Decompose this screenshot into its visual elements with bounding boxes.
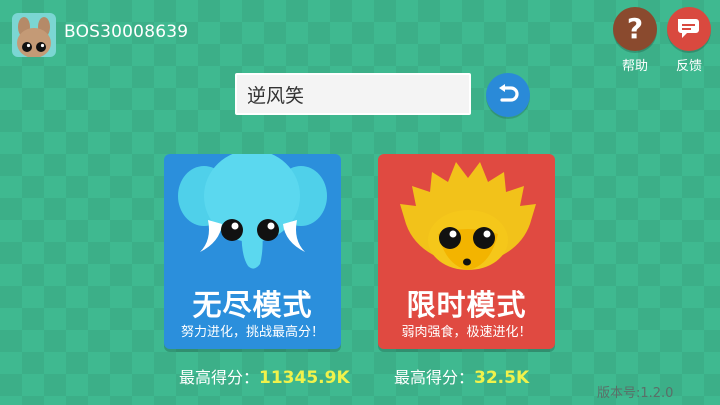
help-button[interactable]: ? (613, 7, 657, 51)
limited-mode-title: 限时模式 (406, 288, 527, 322)
limited-high-score-value: 32.5K (474, 368, 530, 388)
yellow-hedgehog-icon (400, 162, 536, 270)
question-mark-icon: ? (626, 12, 644, 45)
high-score-label: 最高得分： (179, 368, 260, 387)
nickname-input[interactable] (235, 73, 471, 115)
endless-high-score-value: 11345.9K (259, 368, 350, 388)
version-label: 版本号:1.2.0 (597, 386, 674, 401)
username: BOS30008639 (64, 22, 189, 42)
reset-name-button[interactable] (486, 73, 530, 117)
help-label[interactable]: 帮助 (613, 55, 657, 74)
limited-mode-subtitle: 弱肉强食，极速进化！ (401, 325, 532, 340)
endless-mode-subtitle: 努力进化，挑战最高分！ (180, 325, 324, 340)
limited-high-score: 最高得分：32.5K (394, 364, 529, 388)
blue-elephant-icon (178, 154, 327, 269)
feedback-label[interactable]: 反馈 (667, 55, 711, 74)
endless-mode-title: 无尽模式 (192, 288, 313, 322)
feedback-button[interactable] (667, 7, 711, 51)
endless-high-score: 最高得分：11345.9K (179, 364, 350, 388)
animal-avatar-icon (17, 17, 51, 57)
endless-mode-card[interactable]: 无尽模式 努力进化，挑战最高分！ (164, 154, 341, 349)
undo-arrow-icon (499, 84, 519, 102)
avatar[interactable] (12, 13, 56, 57)
chat-bubble-icon (678, 19, 699, 38)
high-score-label: 最高得分： (394, 368, 475, 387)
limited-mode-card[interactable]: 限时模式 弱肉强食，极速进化！ (378, 154, 555, 349)
